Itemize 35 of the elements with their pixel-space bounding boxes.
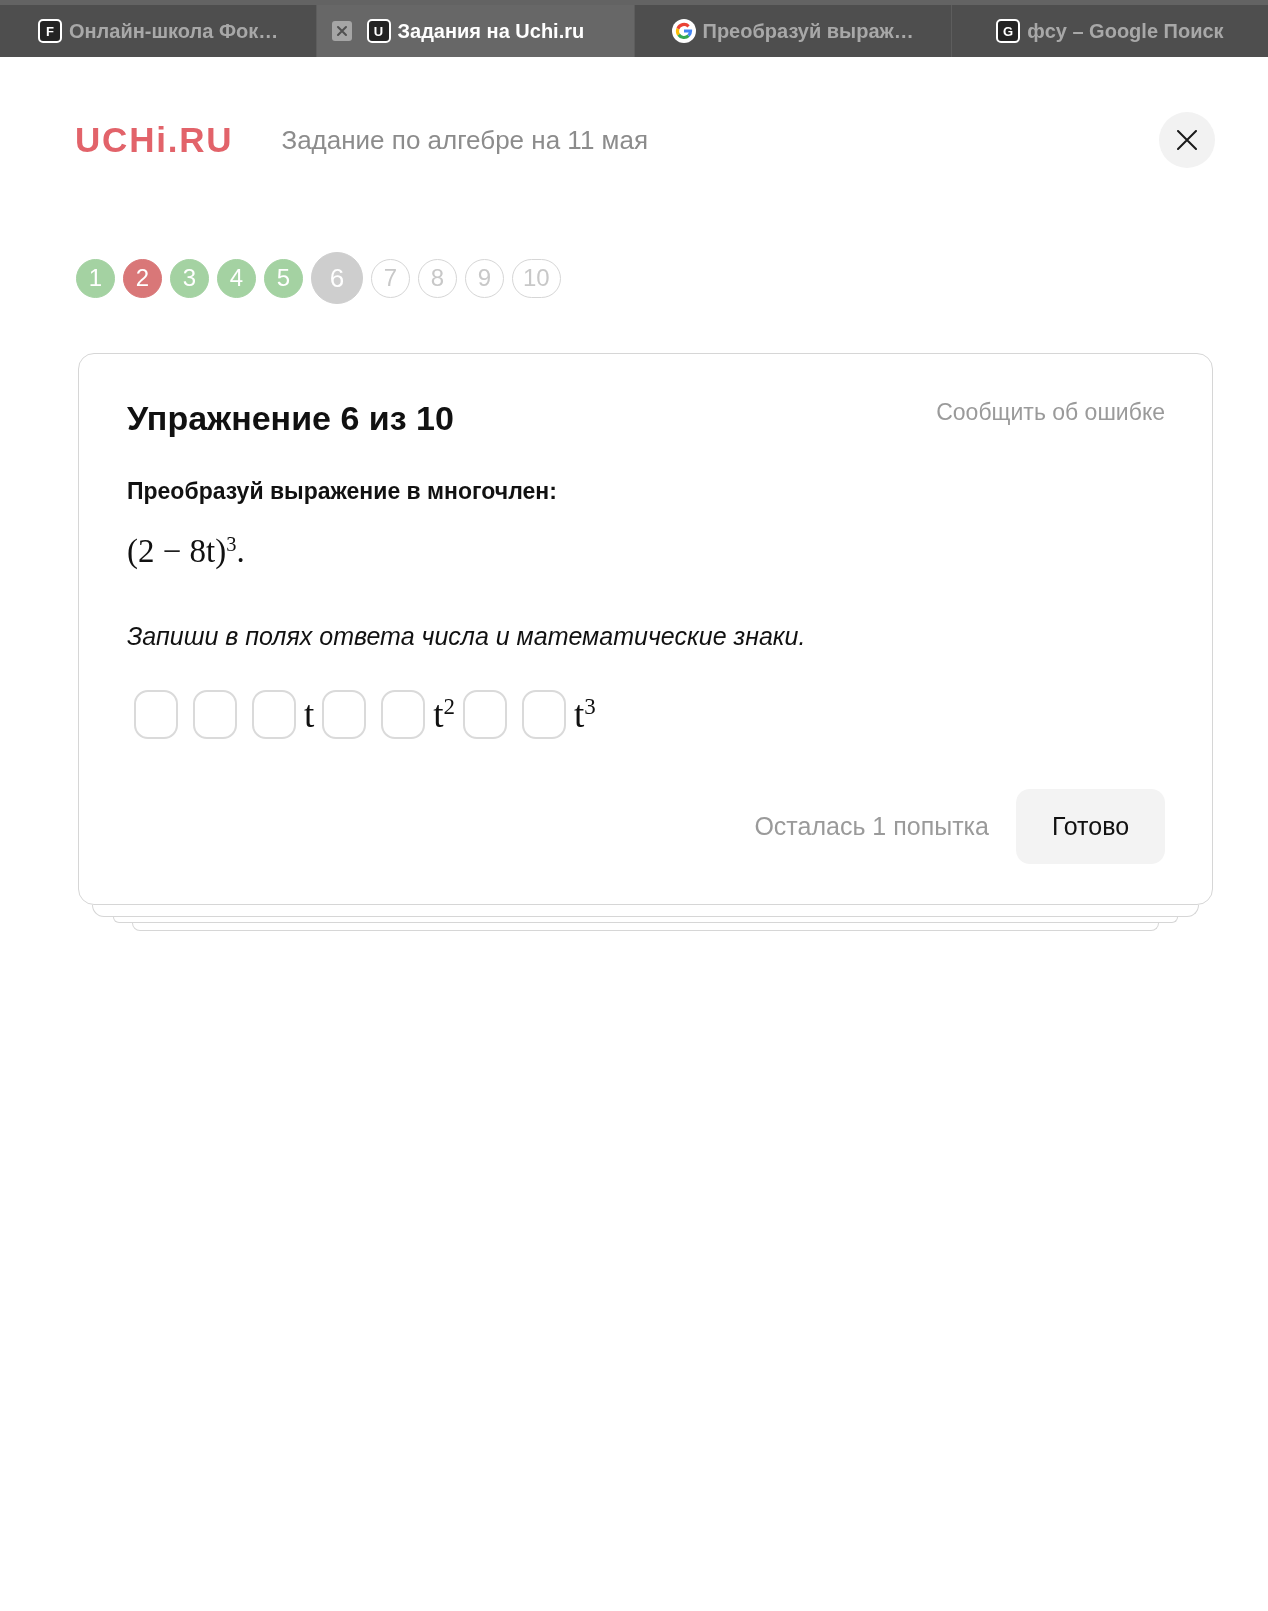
answer-field[interactable] <box>252 690 296 739</box>
done-button[interactable]: Готово <box>1016 789 1165 864</box>
exercise-step[interactable]: 3 <box>170 258 209 298</box>
answer-field[interactable] <box>193 690 237 739</box>
close-icon <box>1177 130 1197 150</box>
site-favicon: G <box>996 19 1021 43</box>
exercise-step[interactable]: 1 <box>76 258 115 298</box>
instruction-text: Запиши в полях ответа числа и математические знаки. <box>127 621 806 652</box>
math-expression: (2 − 8t)$^{3}$. <box>127 531 245 571</box>
exercise-step[interactable]: 2 <box>123 258 162 298</box>
exercise-step[interactable]: 4 <box>217 258 256 298</box>
math-term: t$^{2}$ <box>433 692 456 737</box>
page-title: Задание по алгебре на 11 мая <box>281 124 648 156</box>
answer-field[interactable] <box>381 690 426 739</box>
exercise-heading: Упражнение 6 из 10 <box>127 398 454 438</box>
attempts-left-text: Осталась 1 попытка <box>754 812 989 841</box>
math-term: t <box>304 692 315 737</box>
site-favicon: U <box>366 19 391 43</box>
close-icon[interactable] <box>332 21 353 41</box>
task-prompt: Преобразуй выражение в многочлен: <box>127 477 557 505</box>
browser-tab[interactable]: F Онлайн-школа Фок… <box>0 5 317 57</box>
answer-field[interactable] <box>522 690 567 739</box>
g-logo-icon <box>671 19 696 43</box>
browser-tab[interactable]: U Задания на Uchi.ru <box>316 5 634 57</box>
answer-field[interactable] <box>322 690 367 739</box>
browser-tab[interactable]: Преобразуй выраж… <box>633 5 951 57</box>
answer-field[interactable] <box>463 690 508 739</box>
close-button[interactable] <box>1159 112 1215 168</box>
answer-field[interactable] <box>134 690 178 739</box>
math-term: t$^{3}$ <box>574 692 596 737</box>
browser-tab[interactable]: G фсу – Google Поиск <box>950 5 1268 57</box>
site-logo[interactable]: UCHi.RU <box>75 120 234 160</box>
site-favicon: F <box>37 19 62 43</box>
report-error-link[interactable]: Сообщить об ошибке <box>936 398 1165 426</box>
exercise-step[interactable]: 5 <box>264 258 303 298</box>
